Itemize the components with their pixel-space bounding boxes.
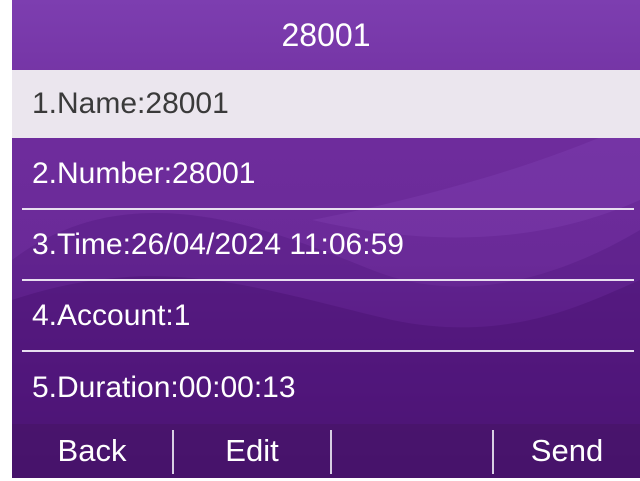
send-button[interactable]: Send xyxy=(494,424,640,478)
detail-item-duration[interactable]: 5.Duration:00:00:13 xyxy=(12,354,640,422)
detail-item-name[interactable]: 1.Name:28001 xyxy=(12,70,640,138)
back-button[interactable]: Back xyxy=(12,424,172,478)
row-divider xyxy=(22,279,634,281)
row-divider xyxy=(22,208,634,210)
row-divider xyxy=(22,350,634,352)
page-title: 28001 xyxy=(281,16,371,53)
detail-item-time[interactable]: 3.Time:26/04/2024 11:06:59 xyxy=(12,211,640,279)
softkey-bar: Back Edit Send xyxy=(12,424,640,478)
phone-screen: 28001 1.Name:28001 2.Number:28001 3.Time… xyxy=(12,0,640,478)
detail-item-number[interactable]: 2.Number:28001 xyxy=(12,140,640,208)
edit-button[interactable]: Edit xyxy=(174,424,330,478)
empty-softkey[interactable] xyxy=(332,424,492,478)
detail-item-account[interactable]: 4.Account:1 xyxy=(12,282,640,350)
